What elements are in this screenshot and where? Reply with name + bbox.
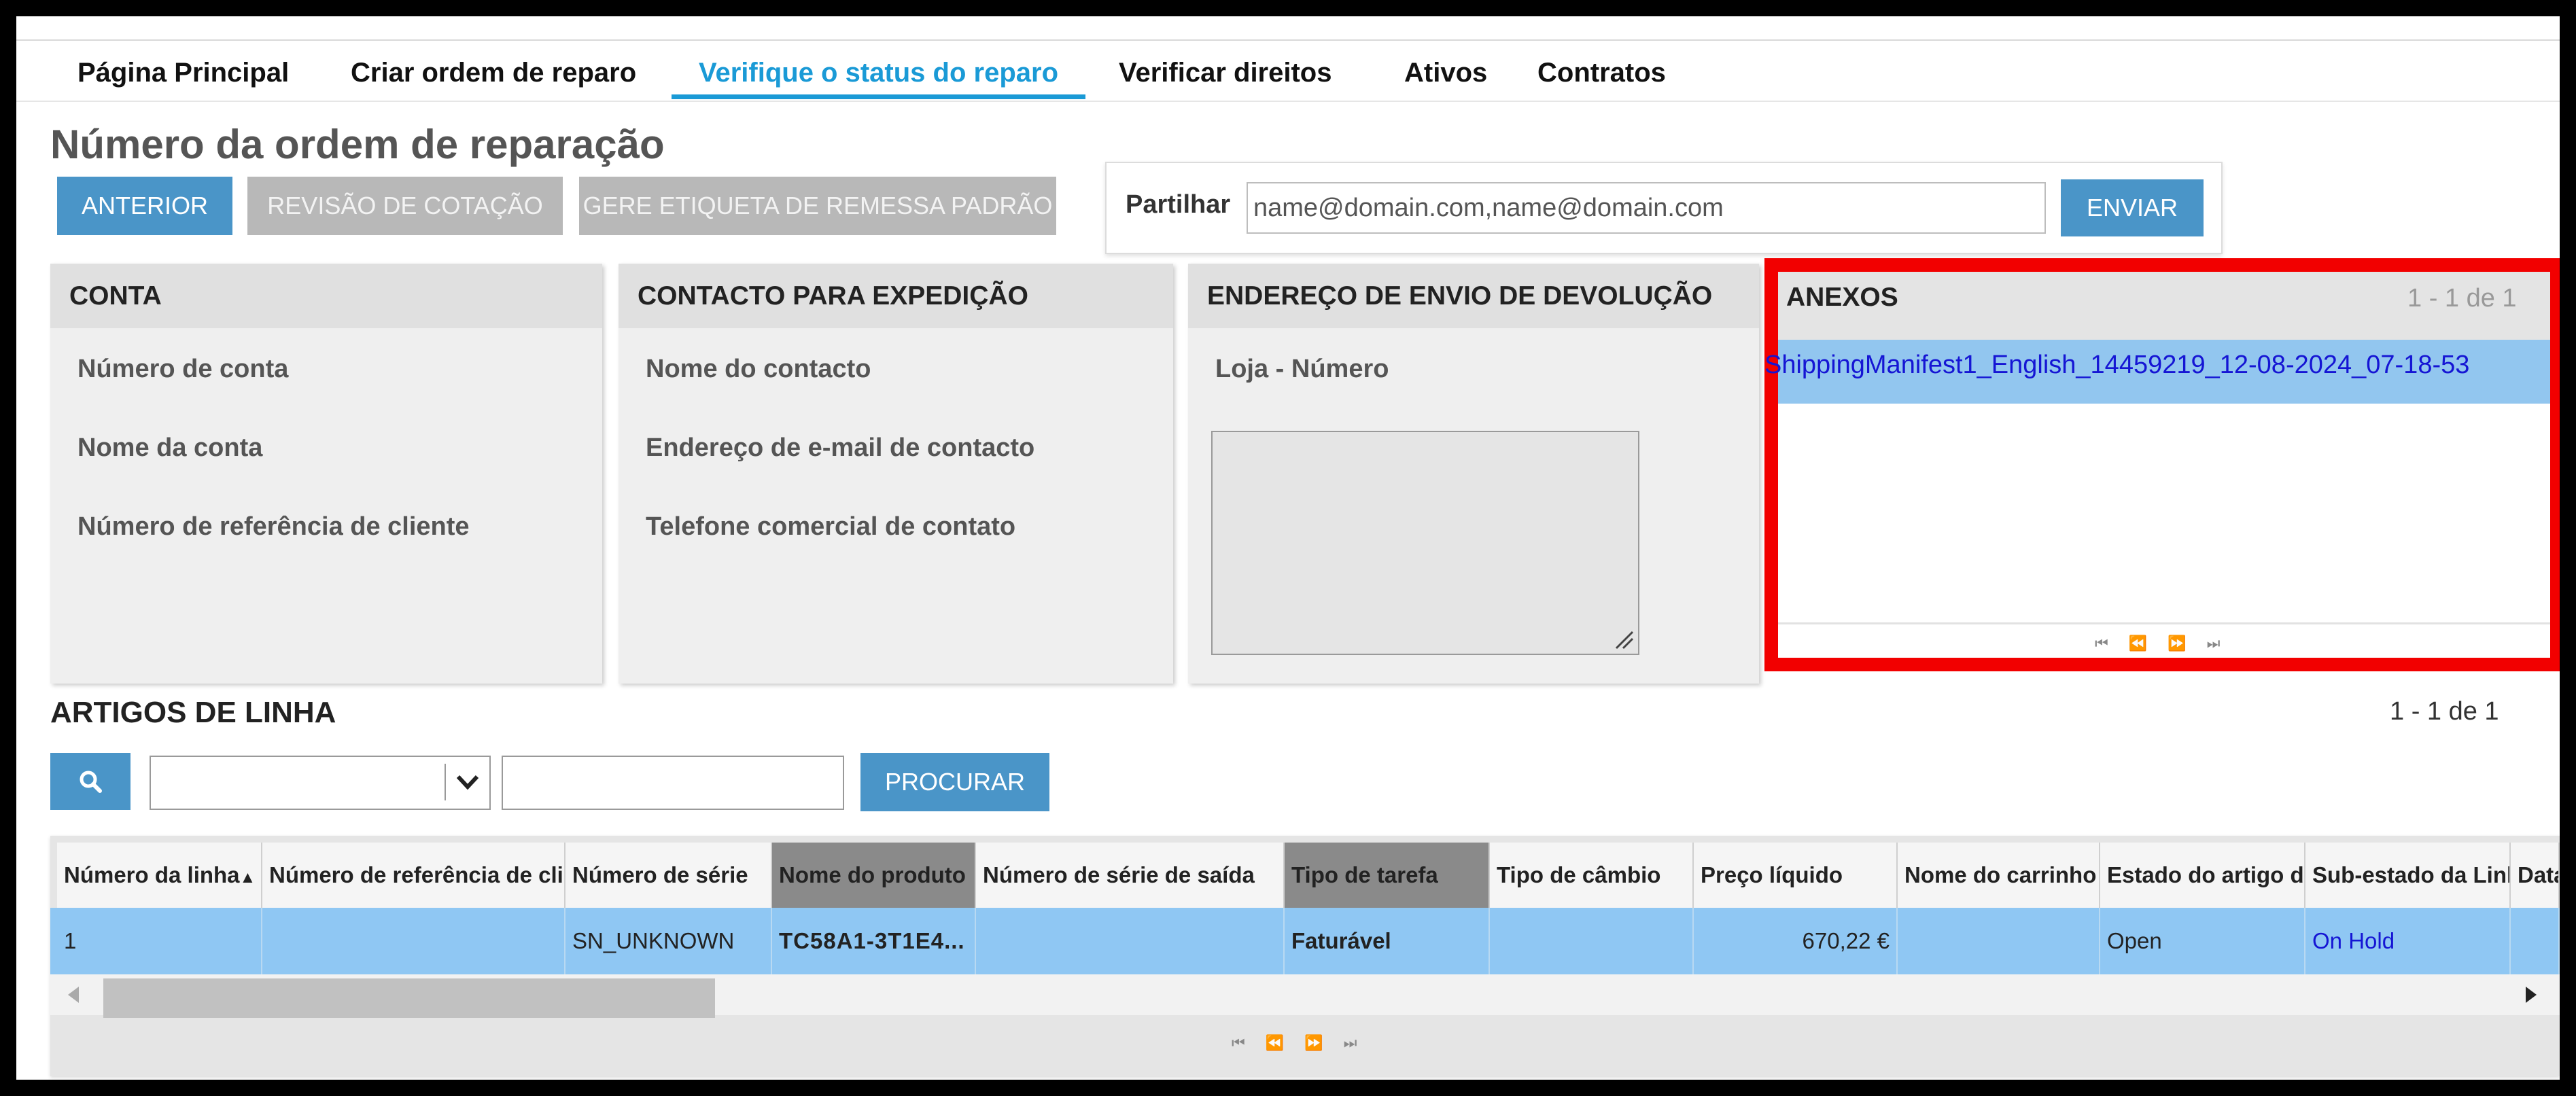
- nav-item-home[interactable]: Página Principal: [50, 46, 316, 99]
- next-page-icon[interactable]: ⏩: [2168, 635, 2206, 652]
- cell-exchange-type: [1490, 908, 1694, 974]
- cell-net-price: 670,22 €: [1694, 908, 1898, 974]
- prev-page-icon[interactable]: ⏪: [1266, 1034, 1304, 1051]
- select-divider: [445, 764, 446, 800]
- column-header-outbound-serial[interactable]: Número de série de saída: [976, 843, 1285, 908]
- search-text-input[interactable]: [502, 756, 844, 810]
- cell-line-number: 1: [57, 908, 262, 974]
- attachments-pager-controls: ⏮⏪⏩⏭: [2095, 635, 2240, 652]
- share-label: Partilhar: [1126, 190, 1231, 219]
- nav-bottom-border: [16, 101, 2560, 102]
- line-items-pager-controls: ⏮⏪⏩⏭: [1232, 1034, 1377, 1052]
- column-header-exchange-type[interactable]: Tipo de câmbio: [1490, 843, 1694, 908]
- first-page-icon[interactable]: ⏮: [1232, 1034, 1266, 1051]
- cell-serial-number: SN_UNKNOWN: [565, 908, 772, 974]
- search-toggle-button[interactable]: [50, 753, 130, 810]
- column-header-cart-name[interactable]: Nome do carrinho de compras: [1898, 843, 2100, 908]
- column-header-serial-number[interactable]: Número de série: [565, 843, 772, 908]
- account-name-label: Nome da conta: [77, 434, 263, 462]
- nav-item-contracts[interactable]: Contratos: [1510, 46, 1693, 99]
- cell-outbound-serial: [976, 908, 1285, 974]
- contact-name-label: Nome do contacto: [646, 355, 871, 383]
- nav-item-check-entitlements[interactable]: Verificar direitos: [1092, 46, 1359, 99]
- nav-top-border: [16, 39, 2560, 41]
- share-email-input[interactable]: [1247, 182, 2046, 234]
- column-header-line-substate[interactable]: Sub-estado da Linha: [2305, 843, 2511, 908]
- attachments-count: 1 - 1 de 1: [2407, 284, 2517, 313]
- previous-button[interactable]: ANTERIOR: [57, 177, 232, 235]
- return-address-textarea[interactable]: [1211, 431, 1639, 655]
- resize-grip-icon[interactable]: [1614, 629, 1634, 650]
- repair-status-page: Página Principal Criar ordem de reparo V…: [16, 16, 2560, 1080]
- table-scroll-thumb[interactable]: [103, 978, 715, 1018]
- cell-line-substate[interactable]: On Hold: [2305, 908, 2511, 974]
- first-page-icon[interactable]: ⏮: [2095, 635, 2129, 652]
- sort-asc-icon[interactable]: ▲: [240, 868, 256, 887]
- column-header-task-type[interactable]: Tipo de tarefa: [1285, 843, 1490, 908]
- shipping-contact-panel-title: CONTACTO PARA EXPEDIÇÃO: [638, 281, 1028, 311]
- cell-product-name: TC58A1-3T1E4...: [772, 908, 976, 974]
- column-header-product-name[interactable]: Nome do produto: [772, 843, 976, 908]
- line-items-title: ARTIGOS DE LINHA: [50, 696, 336, 729]
- nav-item-check-repair-status[interactable]: Verifique o status do reparo: [672, 46, 1086, 99]
- chevron-down-icon[interactable]: [455, 773, 480, 791]
- column-header-net-price[interactable]: Preço líquido: [1694, 843, 1898, 908]
- attachment-link[interactable]: ShippingManifest1_English_14459219_12-08…: [1764, 351, 2469, 380]
- next-page-icon[interactable]: ⏩: [1304, 1034, 1343, 1051]
- search-field-select[interactable]: [150, 756, 491, 810]
- send-button[interactable]: ENVIAR: [2061, 179, 2204, 236]
- cell-task-type: Faturável: [1285, 908, 1490, 974]
- prev-page-icon[interactable]: ⏪: [2129, 635, 2168, 652]
- column-header-label: Número da linha: [64, 862, 240, 887]
- account-number-label: Número de conta: [77, 355, 289, 383]
- contact-email-label: Endereço de e-mail de contacto: [646, 434, 1035, 462]
- nav-item-assets[interactable]: Ativos: [1377, 46, 1514, 99]
- customer-reference-label: Número de referência de cliente: [77, 512, 470, 541]
- last-page-icon[interactable]: ⏭: [1344, 1034, 1378, 1051]
- column-header-customer-reference[interactable]: Número de referência de cliente: [262, 843, 565, 908]
- scroll-right-icon[interactable]: [2524, 985, 2538, 1004]
- scroll-left-icon[interactable]: [67, 985, 80, 1004]
- column-header-line-number[interactable]: Número da linha▲: [57, 843, 262, 908]
- last-page-icon[interactable]: ⏭: [2207, 635, 2241, 652]
- column-header-line-state[interactable]: Estado do artigo de linha: [2100, 843, 2305, 908]
- account-panel-title: CONTA: [69, 281, 162, 311]
- account-panel: CONTA Número de conta Nome da conta Núme…: [50, 264, 602, 684]
- page-title: Número da ordem de reparação: [50, 122, 665, 167]
- cell-date: [2511, 908, 2560, 974]
- column-header-date[interactable]: Data: [2511, 843, 2560, 908]
- shipping-contact-panel: CONTACTO PARA EXPEDIÇÃO Nome do contacto…: [619, 264, 1173, 684]
- generate-shipping-label-button[interactable]: GERE ETIQUETA DE REMESSA PADRÃO: [579, 177, 1056, 235]
- search-button[interactable]: PROCURAR: [860, 753, 1049, 811]
- cell-cart-name: [1898, 908, 2100, 974]
- search-icon: [80, 771, 102, 793]
- store-number-label: Loja - Número: [1215, 355, 1389, 383]
- cell-line-state: Open: [2100, 908, 2305, 974]
- attachments-panel-title: ANEXOS: [1786, 283, 1898, 312]
- nav-item-create-repair-order[interactable]: Criar ordem de reparo: [324, 46, 663, 99]
- return-address-panel-title: ENDEREÇO DE ENVIO DE DEVOLUÇÃO: [1207, 281, 1713, 311]
- quote-review-button[interactable]: REVISÃO DE COTAÇÃO: [247, 177, 563, 235]
- line-items-count: 1 - 1 de 1: [2390, 697, 2499, 726]
- cell-customer-reference: [262, 908, 565, 974]
- contact-phone-label: Telefone comercial de contato: [646, 512, 1016, 541]
